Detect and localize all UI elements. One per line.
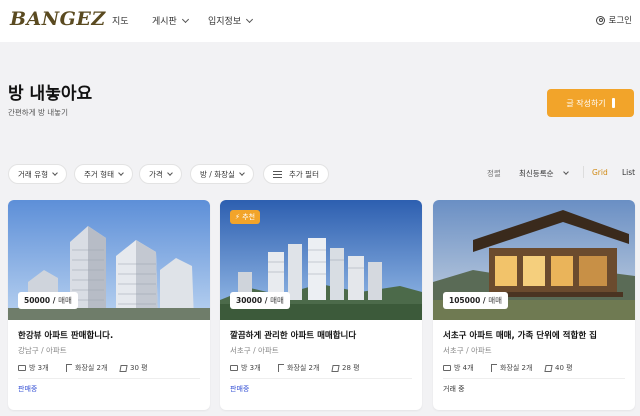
filter-rooms-bath[interactable]: 방 / 화장실: [190, 164, 254, 184]
pencil-icon: [611, 98, 615, 108]
filter-deal-type[interactable]: 거래 유형: [8, 164, 67, 184]
spec-bathrooms: 화장실 2개: [66, 363, 107, 373]
login-label: 로그인: [608, 16, 632, 26]
logo[interactable]: BANGEZ: [10, 8, 106, 30]
chevron-down-icon: [562, 169, 569, 175]
sort-select[interactable]: 최신등록순: [519, 168, 569, 179]
listing-card[interactable]: 50000 / 매매 한강뷰 아파트 판매합니다. 강남구 / 아파트 방 3개…: [8, 200, 210, 410]
price-tag: 105000 / 매매: [443, 292, 509, 309]
user-icon: [595, 15, 605, 25]
bed-icon: [18, 365, 26, 371]
bed-icon: [443, 365, 451, 371]
spec-area: 40 평: [544, 363, 573, 373]
login-button[interactable]: 로그인: [595, 14, 632, 26]
write-post-button[interactable]: 글 작성하기: [547, 89, 634, 117]
filter-more[interactable]: 추가 필터: [263, 164, 329, 184]
price-tag: 50000 / 매매: [18, 292, 78, 309]
filter-housing-type[interactable]: 주거 형태: [74, 164, 133, 184]
spec-rooms: 방 4개: [443, 363, 474, 373]
top-header: BANGEZ 지도 게시판 입지정보 로그인: [0, 0, 640, 42]
filter-rooms-bath-label: 방 / 화장실: [200, 169, 235, 179]
status-badge: 판매중: [18, 385, 38, 393]
bed-icon: [230, 365, 238, 371]
listing-title[interactable]: 서초구 아파트 매매, 가족 단위에 적합한 집: [443, 329, 597, 341]
sort-label: 정렬: [487, 169, 501, 178]
spec-rooms: 방 3개: [230, 363, 261, 373]
chevron-down-icon: [118, 169, 124, 176]
rooms-value: 방 4개: [454, 364, 474, 372]
chevron-down-icon: [166, 169, 173, 176]
spec-area: 28 평: [331, 363, 360, 373]
price-tag: 30000 / 매매: [230, 292, 290, 309]
recommend-label: 추천: [242, 213, 256, 221]
listing-title[interactable]: 깔끔하게 관리한 아파트 매매합니다: [230, 329, 356, 341]
listing-card[interactable]: 105000 / 매매 서초구 아파트 매매, 가족 단위에 적합한 집 서초구…: [433, 200, 635, 410]
price-value: 30000: [236, 296, 263, 305]
rooms-value: 방 3개: [241, 364, 261, 372]
filter-more-label: 추가 필터: [289, 169, 319, 179]
divider: [18, 378, 200, 379]
bath-icon: [491, 364, 497, 372]
sliders-icon: [273, 170, 282, 178]
area-value: 28 평: [342, 364, 360, 372]
listing-location: 서초구 / 아파트: [230, 346, 279, 355]
filter-price-label: 가격: [149, 169, 163, 179]
price-value: 50000: [24, 296, 51, 305]
chevron-down-icon: [246, 15, 254, 23]
nav-location-info[interactable]: 입지정보: [208, 14, 254, 27]
chevron-down-icon: [239, 169, 245, 176]
filter-deal-type-label: 거래 유형: [18, 169, 48, 179]
spec-area: 30 평: [119, 363, 148, 373]
filter-housing-type-label: 주거 형태: [84, 169, 114, 179]
spec-rooms: 방 3개: [18, 363, 49, 373]
bath-icon: [278, 364, 284, 372]
sort-selected: 최신등록순: [519, 169, 554, 178]
page-title: 방 내놓아요: [8, 84, 93, 104]
nav-location-info-label: 입지정보: [208, 17, 242, 27]
bathrooms-value: 화장실 2개: [75, 364, 108, 372]
chevron-down-icon: [181, 15, 189, 23]
listing-location: 강남구 / 아파트: [18, 346, 67, 355]
bolt-icon: ⚡: [235, 213, 240, 221]
nav-map[interactable]: 지도: [112, 14, 129, 27]
area-value: 30 평: [130, 364, 148, 372]
divider: [443, 378, 625, 379]
area-icon: [119, 364, 128, 372]
deal-type: 매매: [58, 296, 72, 305]
divider: [230, 378, 412, 379]
spec-bathrooms: 화장실 2개: [278, 363, 319, 373]
view-list-toggle[interactable]: List: [622, 168, 635, 177]
rooms-value: 방 3개: [29, 364, 49, 372]
listing-location: 서초구 / 아파트: [443, 346, 492, 355]
status-badge: 거래 중: [443, 385, 465, 393]
page-subtitle: 간편하게 방 내놓기: [8, 108, 68, 117]
deal-type: 매매: [488, 296, 503, 305]
bathrooms-value: 화장실 2개: [500, 364, 533, 372]
bathrooms-value: 화장실 2개: [287, 364, 320, 372]
filter-price[interactable]: 가격: [139, 164, 182, 184]
deal-type: 매매: [270, 296, 284, 305]
recommend-badge: ⚡ 추천: [230, 210, 261, 224]
nav-board-label: 게시판: [152, 17, 177, 27]
spec-bathrooms: 화장실 2개: [491, 363, 532, 373]
view-grid-toggle[interactable]: Grid: [592, 168, 608, 177]
area-icon: [331, 364, 340, 372]
nav-board[interactable]: 게시판: [152, 14, 189, 27]
divider: [583, 166, 584, 178]
chevron-down-icon: [52, 169, 58, 176]
bath-icon: [66, 364, 72, 372]
listing-card[interactable]: ⚡ 추천 30000 / 매매 깔끔하게 관리한 아파트 매매합니다 서초구 /…: [220, 200, 422, 410]
price-value: 105000: [449, 296, 481, 305]
area-value: 40 평: [555, 364, 573, 372]
listing-title[interactable]: 한강뷰 아파트 판매합니다.: [18, 329, 113, 341]
status-badge: 판매중: [230, 385, 250, 393]
area-icon: [544, 364, 553, 372]
write-post-label: 글 작성하기: [566, 98, 606, 108]
nav-map-label: 지도: [112, 17, 129, 27]
